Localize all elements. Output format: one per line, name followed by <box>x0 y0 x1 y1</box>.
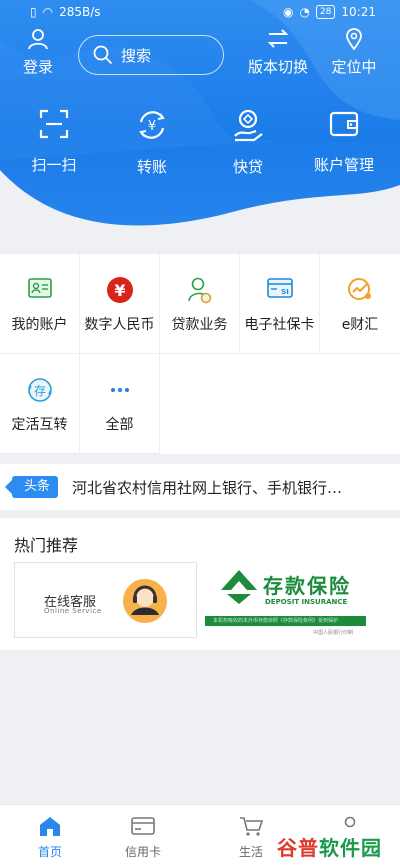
online-service-card[interactable]: 在线客服 Online Service <box>14 562 197 638</box>
scan-icon <box>39 109 69 139</box>
grid-item-social-security[interactable]: SI 电子社保卡 <box>240 254 320 354</box>
account-manage-label: 账户管理 <box>313 156 374 174</box>
search-icon <box>93 45 113 65</box>
grid-item-label: 电子社保卡 <box>244 317 315 333</box>
status-time: 10:21 <box>341 5 376 19</box>
shopping-cart-icon <box>240 817 264 836</box>
hot-recommend-section: 热门推荐 在线客服 Online Service 存款保险 DEPOSIT IN… <box>0 518 400 650</box>
grid-item-label: 定活互转 <box>11 417 68 433</box>
deposit-insurance-subtitle: DEPOSIT INSURANCE <box>265 598 348 606</box>
version-switch-label: 版本切换 <box>247 58 308 76</box>
top-bar: 登录 搜索 版本切换 定位中 <box>0 28 400 80</box>
transfer-label: 转账 <box>136 158 167 176</box>
alarm-icon: ◔ <box>299 5 310 19</box>
nav-credit-card[interactable]: 信用卡 <box>113 815 173 860</box>
switch-arrows-icon <box>267 29 289 48</box>
wifi-icon: ◠ <box>42 5 54 19</box>
location-pin-icon <box>346 28 362 51</box>
grid-item-label: 贷款业务 <box>171 317 228 333</box>
status-bar: ▯ ◠ 285B/s ◉ ◔ 28 10:21 <box>0 0 400 26</box>
login-button[interactable]: 登录 <box>18 28 58 77</box>
grid-item-deposit-transfer[interactable]: 存 定活互转 <box>0 354 80 454</box>
loan-person-icon <box>187 277 211 304</box>
deposit-transfer-icon: 存 <box>27 378 52 402</box>
scan-button[interactable]: 扫一扫 <box>14 108 94 175</box>
grid-item-loan[interactable]: 贷款业务 <box>160 254 240 354</box>
deposit-insurance-title: 存款保险 <box>263 574 351 598</box>
grid-item-label: 全部 <box>105 417 134 433</box>
watermark-part2: 软件园 <box>319 836 382 860</box>
online-service-subtitle: Online Service <box>44 607 102 615</box>
headline-text[interactable]: 河北省农村信用社网上银行、手机银行… <box>72 477 372 498</box>
svg-text:¥: ¥ <box>114 281 125 300</box>
battery-level: 28 <box>315 5 336 19</box>
deposit-insurance-logo-icon <box>221 570 257 604</box>
header-banner: ▯ ◠ 285B/s ◉ ◔ 28 10:21 登录 搜索 版本切换 定位中 扫… <box>0 0 400 250</box>
search-input[interactable]: 搜索 <box>78 35 224 75</box>
quick-loan-icon <box>234 109 263 142</box>
deposit-insurance-footnote: 中国人民银行印制 <box>313 630 354 636</box>
quick-loan-label: 快贷 <box>232 158 263 176</box>
login-label: 登录 <box>22 58 53 76</box>
transfer-button[interactable]: ¥ 转账 <box>112 108 192 177</box>
location-button[interactable]: 定位中 <box>329 28 379 77</box>
sim-icon: ▯ <box>30 5 37 19</box>
e-finance-icon <box>348 278 371 300</box>
grid-item-my-account[interactable]: 我的账户 <box>0 254 80 354</box>
user-icon <box>28 29 48 50</box>
quick-actions: 扫一扫 ¥ 转账 快贷 账户管理 <box>0 108 400 180</box>
service-grid: 我的账户 ¥ 数字人民币 贷款业务 SI 电子社保卡 e财汇 存 定活互转 全部 <box>0 254 400 454</box>
nav-home[interactable]: 首页 <box>20 815 80 860</box>
grid-item-e-finance[interactable]: e财汇 <box>320 254 400 354</box>
transfer-icon: ¥ <box>139 111 165 139</box>
grid-item-all[interactable]: 全部 <box>80 354 160 454</box>
headline-tag: 头条 <box>4 476 59 498</box>
network-speed: 285B/s <box>59 5 101 19</box>
account-manage-button[interactable]: 账户管理 <box>304 108 384 175</box>
more-dots-icon <box>110 388 129 392</box>
digital-rmb-icon: ¥ <box>106 277 133 303</box>
svg-text:存: 存 <box>33 384 45 398</box>
search-placeholder: 搜索 <box>121 46 152 65</box>
nav-home-label: 首页 <box>37 845 62 859</box>
eye-icon: ◉ <box>282 5 294 19</box>
location-label: 定位中 <box>331 58 377 76</box>
site-watermark: 谷普软件园 <box>271 830 388 863</box>
bottom-navigation: 首页 信用卡 生活 谷普软件园 <box>0 804 400 867</box>
home-icon <box>40 817 60 836</box>
svg-text:SI: SI <box>281 288 289 296</box>
credit-card-icon <box>131 817 155 835</box>
grid-item-label: 数字人民币 <box>84 317 155 333</box>
section-title: 热门推荐 <box>14 536 79 555</box>
nav-credit-card-label: 信用卡 <box>124 845 161 859</box>
wallet-icon <box>329 111 359 137</box>
scan-label: 扫一扫 <box>31 156 77 174</box>
grid-item-digital-rmb[interactable]: ¥ 数字人民币 <box>80 254 160 354</box>
quick-loan-button[interactable]: 快贷 <box>208 108 288 177</box>
deposit-insurance-notice: 本机构吸收的本外币存款依照《存款保险条例》受到保护 <box>205 616 366 626</box>
customer-service-avatar-icon <box>123 579 167 623</box>
svg-text:¥: ¥ <box>148 119 156 134</box>
deposit-insurance-card[interactable]: 存款保险 DEPOSIT INSURANCE 本机构吸收的本外币存款依照《存款保… <box>205 562 388 638</box>
grid-item-label: 我的账户 <box>11 317 68 333</box>
grid-item-label: e财汇 <box>341 317 379 333</box>
account-card-icon <box>27 278 52 298</box>
news-headline-bar[interactable]: 头条 河北省农村信用社网上银行、手机银行… <box>0 464 400 510</box>
social-security-card-icon: SI <box>266 278 293 298</box>
watermark-part1: 谷普 <box>277 836 319 860</box>
version-switch-button[interactable]: 版本切换 <box>243 28 313 77</box>
